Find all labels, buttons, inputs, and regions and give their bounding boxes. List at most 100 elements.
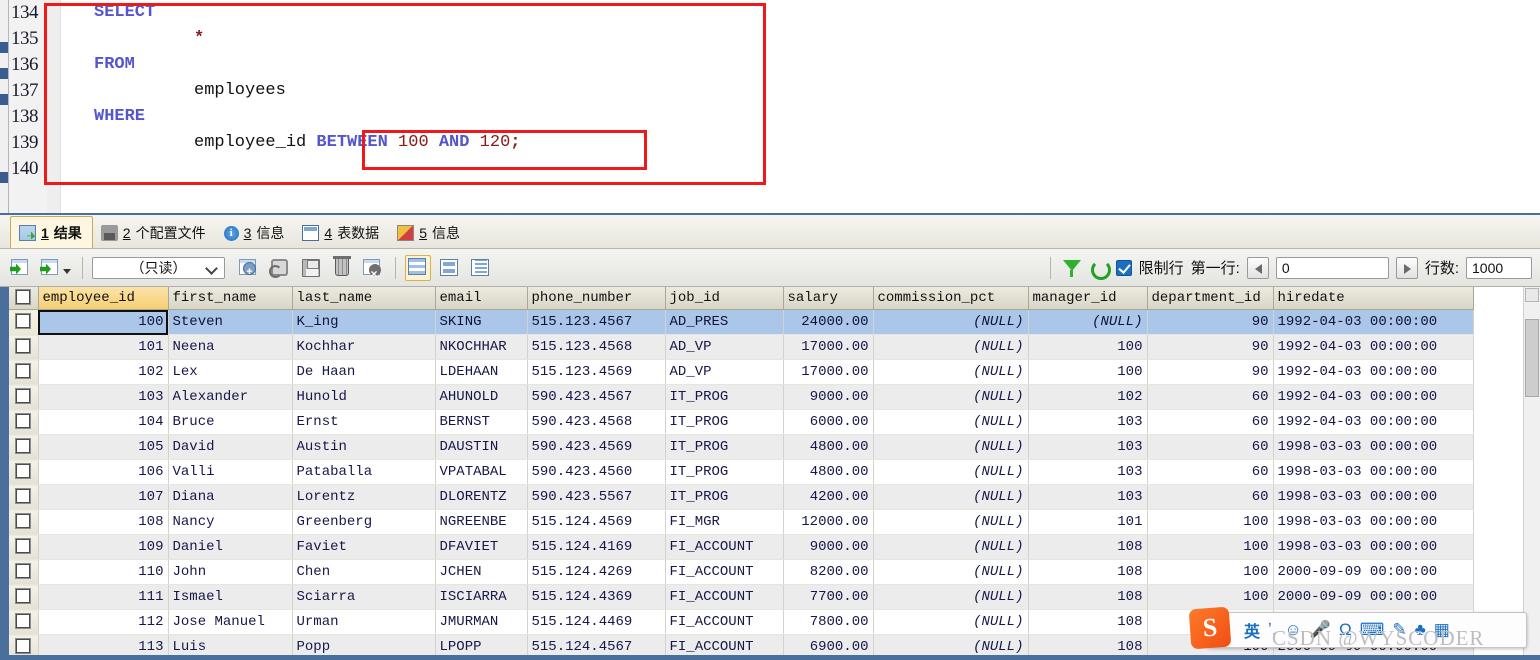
cell-manager_id[interactable]: 108	[1028, 584, 1148, 610]
scrollbar-thumb[interactable]	[1525, 319, 1539, 397]
code-line[interactable]: FROM	[61, 52, 1540, 78]
limit-rows-checkbox[interactable]	[1115, 259, 1132, 276]
delete-record-button[interactable]	[329, 255, 355, 281]
cell-job_id[interactable]: IT_PROG	[665, 459, 784, 485]
cell-last_name[interactable]: Urman	[292, 609, 436, 635]
ime-button-1[interactable]: ʼ,	[1268, 620, 1277, 640]
row-checkbox[interactable]	[16, 364, 31, 378]
export-wizard-button[interactable]	[39, 255, 73, 281]
row-checkbox[interactable]	[16, 589, 31, 603]
cell-email[interactable]: SKING	[435, 309, 528, 335]
cell-first_name[interactable]: David	[168, 434, 293, 460]
cell-employee_id[interactable]: 106	[38, 459, 169, 485]
cell-last_name[interactable]: Faviet	[292, 534, 436, 560]
table-row[interactable]: 110 John Chen JCHEN 515.124.4269 FI_ACCOUNT 82…	[9, 559, 1474, 585]
sql-code-text[interactable]: SELECT * FROM employees WHERE employee_id BET…	[61, 0, 1540, 213]
cell-commission_pct[interactable]: (NULL)	[873, 534, 1029, 560]
row-select-cell[interactable]	[9, 509, 39, 535]
row-checkbox[interactable]	[16, 614, 31, 628]
cell-first_name[interactable]: Lex	[168, 359, 293, 385]
cell-employee_id[interactable]: 100	[38, 309, 169, 335]
cell-last_name[interactable]: De Haan	[292, 359, 436, 385]
text-view-button[interactable]	[467, 255, 493, 281]
cell-commission_pct[interactable]: (NULL)	[873, 384, 1029, 410]
cell-email[interactable]: LDEHAAN	[435, 359, 528, 385]
cell-first_name[interactable]: Neena	[168, 334, 293, 360]
cell-employee_id[interactable]: 104	[38, 409, 169, 435]
cell-last_name[interactable]: Pataballa	[292, 459, 436, 485]
row-select-cell[interactable]	[9, 459, 39, 485]
cell-salary[interactable]: 6000.00	[783, 409, 874, 435]
cell-department_id[interactable]: 90	[1147, 359, 1274, 385]
cell-department_id[interactable]: 100	[1147, 559, 1274, 585]
row-select-cell[interactable]	[9, 584, 39, 610]
column-header-email[interactable]: email	[435, 287, 528, 310]
cell-job_id[interactable]: IT_PROG	[665, 484, 784, 510]
cell-salary[interactable]: 4800.00	[783, 459, 874, 485]
cell-department_id[interactable]: 90	[1147, 309, 1274, 335]
cell-salary[interactable]: 4200.00	[783, 484, 874, 510]
row-select-cell[interactable]	[9, 334, 39, 360]
cell-salary[interactable]: 4800.00	[783, 434, 874, 460]
cell-last_name[interactable]: Kochhar	[292, 334, 436, 360]
cell-phone_number[interactable]: 515.124.4369	[527, 584, 666, 610]
first-row-input[interactable]: 0	[1275, 256, 1389, 279]
cell-phone_number[interactable]: 515.123.4568	[527, 334, 666, 360]
table-row[interactable]: 108 Nancy Greenberg NGREENBE 515.124.4569 FI_…	[9, 509, 1474, 535]
cell-phone_number[interactable]: 515.124.4169	[527, 534, 666, 560]
cell-phone_number[interactable]: 515.124.4269	[527, 559, 666, 585]
cell-hiredate[interactable]: 1998-03-03 00:00:00	[1273, 459, 1474, 485]
cell-employee_id[interactable]: 110	[38, 559, 169, 585]
cell-job_id[interactable]: IT_PROG	[665, 434, 784, 460]
cell-salary[interactable]: 17000.00	[783, 359, 874, 385]
row-checkbox[interactable]	[16, 564, 31, 578]
cell-first_name[interactable]: Valli	[168, 459, 293, 485]
cell-job_id[interactable]: FI_ACCOUNT	[665, 609, 784, 635]
cell-email[interactable]: VPATABAL	[435, 459, 528, 485]
refresh-circle-icon[interactable]	[1089, 258, 1111, 280]
column-header-last_name[interactable]: last_name	[292, 287, 436, 310]
cell-phone_number[interactable]: 515.124.4569	[527, 509, 666, 535]
row-checkbox[interactable]	[16, 464, 31, 478]
cell-manager_id[interactable]: 108	[1028, 534, 1148, 560]
cell-hiredate[interactable]: 2000-09-09 00:00:00	[1273, 584, 1474, 610]
table-row[interactable]: 101 Neena Kochhar NKOCHHAR 515.123.4568 AD_VP…	[9, 334, 1474, 360]
first-row-increment-button[interactable]	[1395, 256, 1418, 279]
cell-manager_id[interactable]: 108	[1028, 559, 1148, 585]
cell-last_name[interactable]: Sciarra	[292, 584, 436, 610]
cell-hiredate[interactable]: 1992-04-03 00:00:00	[1273, 384, 1474, 410]
cell-salary[interactable]: 8200.00	[783, 559, 874, 585]
row-select-cell[interactable]	[9, 434, 39, 460]
cell-department_id[interactable]: 60	[1147, 484, 1274, 510]
cell-manager_id[interactable]: 100	[1028, 359, 1148, 385]
column-header-employee_id[interactable]: employee_id	[38, 287, 169, 310]
cell-hiredate[interactable]: 1992-04-03 00:00:00	[1273, 359, 1474, 385]
table-row[interactable]: 106 Valli Pataballa VPATABAL 590.423.4560 IT_…	[9, 459, 1474, 485]
results-table[interactable]: employee_id first_name last_name email phone…	[9, 287, 1474, 660]
cell-salary[interactable]: 9000.00	[783, 534, 874, 560]
cell-phone_number[interactable]: 515.124.4469	[527, 609, 666, 635]
cell-employee_id[interactable]: 103	[38, 384, 169, 410]
cell-email[interactable]: JMURMAN	[435, 609, 528, 635]
cell-phone_number[interactable]: 590.423.4567	[527, 384, 666, 410]
row-select-cell[interactable]	[9, 484, 39, 510]
cell-hiredate[interactable]: 1992-04-03 00:00:00	[1273, 309, 1474, 335]
cell-job_id[interactable]: FI_ACCOUNT	[665, 559, 784, 585]
cell-email[interactable]: NGREENBE	[435, 509, 528, 535]
cell-salary[interactable]: 24000.00	[783, 309, 874, 335]
cell-email[interactable]: DFAVIET	[435, 534, 528, 560]
cell-employee_id[interactable]: 112	[38, 609, 169, 635]
row-checkbox[interactable]	[16, 639, 31, 653]
cell-department_id[interactable]: 60	[1147, 459, 1274, 485]
cell-salary[interactable]: 9000.00	[783, 384, 874, 410]
cell-manager_id[interactable]: 103	[1028, 434, 1148, 460]
code-line[interactable]: SELECT	[61, 0, 1540, 26]
row-select-cell[interactable]	[9, 609, 39, 635]
cell-last_name[interactable]: Chen	[292, 559, 436, 585]
row-select-cell[interactable]	[9, 359, 39, 385]
table-row[interactable]: 104 Bruce Ernst BERNST 590.423.4568 IT_PROG 60…	[9, 409, 1474, 435]
cell-job_id[interactable]: FI_ACCOUNT	[665, 584, 784, 610]
cell-last_name[interactable]: Lorentz	[292, 484, 436, 510]
grid-view-button[interactable]	[405, 254, 431, 281]
cell-manager_id[interactable]: 108	[1028, 609, 1148, 635]
